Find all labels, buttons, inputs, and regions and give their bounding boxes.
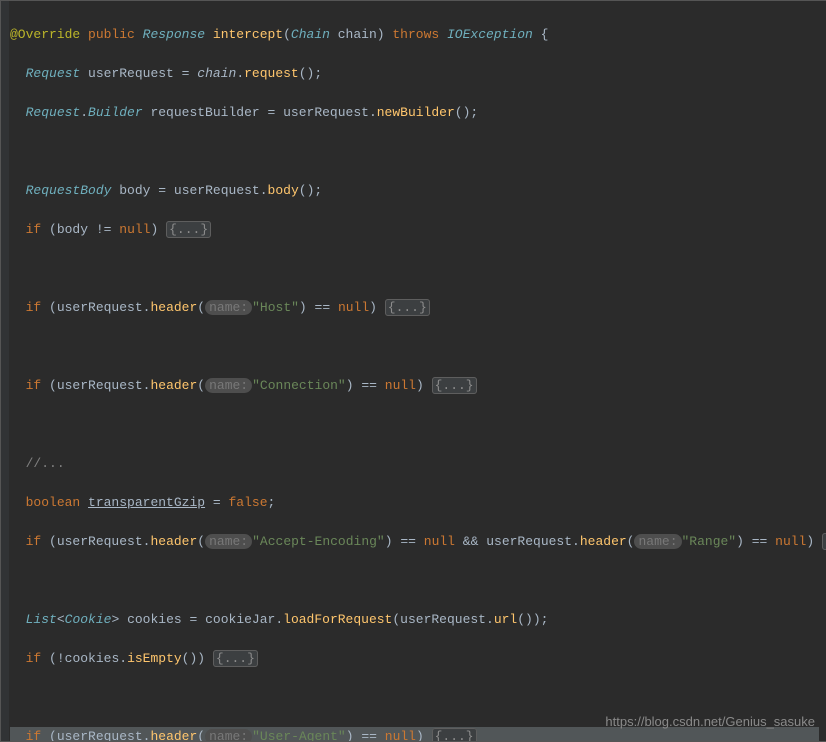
fold-marker[interactable]: {...} <box>822 533 826 550</box>
empty-line <box>10 337 819 357</box>
annotation: @Override <box>10 27 80 42</box>
param-hint: name: <box>205 300 252 315</box>
gutter <box>1 1 9 741</box>
code-line: Request userRequest = chain.request(); <box>10 64 819 84</box>
code-line: if (userRequest.header(name:"Connection"… <box>10 376 819 396</box>
empty-line <box>10 571 819 591</box>
code-line: boolean transparentGzip = false; <box>10 493 819 513</box>
empty-line <box>10 688 819 708</box>
code-editor[interactable]: @Override public Response intercept(Chai… <box>0 0 826 742</box>
comment: //... <box>26 456 65 471</box>
fold-marker[interactable]: {...} <box>166 221 211 238</box>
code-line: Request.Builder requestBuilder = userReq… <box>10 103 819 123</box>
param-hint: name: <box>634 534 681 549</box>
code-line: //... <box>10 454 819 474</box>
code-line: @Override public Response intercept(Chai… <box>10 25 819 45</box>
watermark: https://blog.csdn.net/Genius_sasuke <box>605 712 815 732</box>
empty-line <box>10 415 819 435</box>
param-hint: name: <box>205 378 252 393</box>
code-line: if (!cookies.isEmpty()) {...} <box>10 649 819 669</box>
code-line: if (userRequest.header(name:"Accept-Enco… <box>10 532 819 552</box>
param-hint: name: <box>205 534 252 549</box>
code-line: List<Cookie> cookies = cookieJar.loadFor… <box>10 610 819 630</box>
code-line: if (body != null) {...} <box>10 220 819 240</box>
fold-marker[interactable]: {...} <box>385 299 430 316</box>
empty-line <box>10 142 819 162</box>
code-area[interactable]: @Override public Response intercept(Chai… <box>10 5 819 742</box>
fold-marker[interactable]: {...} <box>432 377 477 394</box>
empty-line <box>10 259 819 279</box>
code-line: if (userRequest.header(name:"Host") == n… <box>10 298 819 318</box>
fold-marker[interactable]: {...} <box>213 650 258 667</box>
code-line: RequestBody body = userRequest.body(); <box>10 181 819 201</box>
